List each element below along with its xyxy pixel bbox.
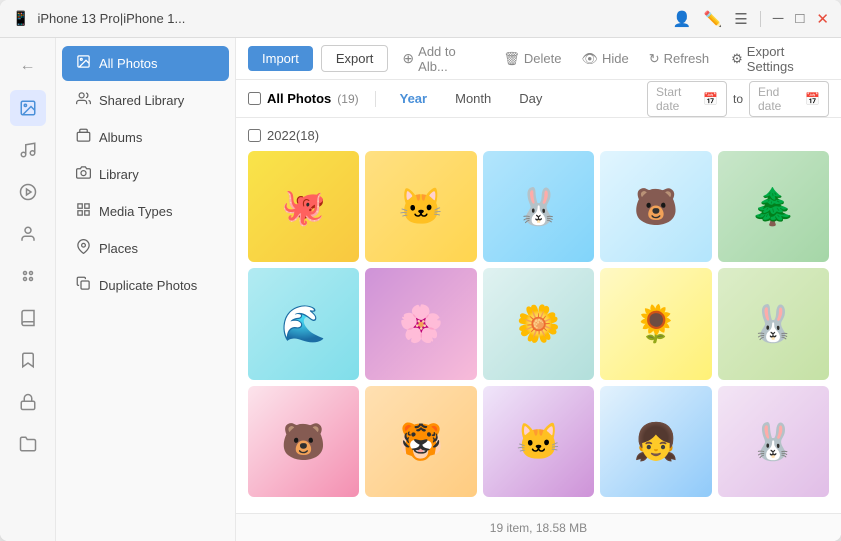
photo-item-12[interactable]: 🐯 xyxy=(365,386,476,497)
minimize-button[interactable]: ─ xyxy=(773,10,784,27)
year-group-checkbox[interactable] xyxy=(248,129,261,142)
shared-library-icon xyxy=(76,91,91,110)
photos-count: (19) xyxy=(337,92,358,106)
icon-bar-apps[interactable] xyxy=(10,258,46,294)
places-icon xyxy=(76,239,91,258)
photo-item-14[interactable]: 👧 xyxy=(600,386,711,497)
date-range-to-label: to xyxy=(733,92,743,106)
icon-bar-lock[interactable] xyxy=(10,384,46,420)
separator xyxy=(760,11,761,27)
icon-bar-back[interactable]: ← xyxy=(10,48,46,84)
icon-bar-books[interactable] xyxy=(10,300,46,336)
sidebar-item-duplicate-photos[interactable]: Duplicate Photos xyxy=(62,268,229,303)
media-types-label: Media Types xyxy=(99,204,172,219)
duplicate-photos-icon xyxy=(76,276,91,295)
delete-icon: 🗑 xyxy=(503,51,520,67)
title-bar: 📱 iPhone 13 Pro|iPhone 1... 👤 ✏️ ☰ ─ □ ✕ xyxy=(0,0,841,38)
all-photos-filter-label: All Photos xyxy=(267,91,331,106)
icon-bar: ← xyxy=(0,38,56,541)
export-button[interactable]: Export xyxy=(321,45,389,72)
icon-bar-video[interactable] xyxy=(10,174,46,210)
export-settings-button[interactable]: ⚙ Export Settings xyxy=(731,44,829,74)
year-group-header: 2022(18) xyxy=(248,128,829,143)
all-photos-icon xyxy=(76,54,91,73)
hide-button[interactable]: 👁 Hide xyxy=(575,47,634,71)
sidebar: All Photos Shared Library Albums Library xyxy=(56,38,236,541)
delete-button[interactable]: 🗑 Delete xyxy=(497,47,567,71)
add-icon: ⊕ xyxy=(402,50,414,67)
sidebar-item-media-types[interactable]: Media Types xyxy=(62,194,229,229)
hide-icon: 👁 xyxy=(581,51,598,67)
settings-icon: ⚙ xyxy=(731,51,743,67)
filter-bar: All Photos (19) Year Month Day Start dat… xyxy=(236,80,841,118)
photo-item-5[interactable]: 🌲 xyxy=(718,151,829,262)
library-icon xyxy=(76,165,91,184)
sidebar-item-all-photos[interactable]: All Photos xyxy=(62,46,229,81)
close-button[interactable]: ✕ xyxy=(816,10,829,28)
edit-icon[interactable]: ✏️ xyxy=(704,10,723,28)
refresh-button[interactable]: ↻ Refresh xyxy=(643,47,715,71)
icon-bar-folder[interactable] xyxy=(10,426,46,462)
status-bar: 19 item, 18.58 MB xyxy=(236,513,841,541)
duplicate-photos-label: Duplicate Photos xyxy=(99,278,197,293)
date-filter-group: Start date 📅 to End date 📅 xyxy=(647,81,829,117)
calendar-icon-start: 📅 xyxy=(703,92,718,106)
photo-item-3[interactable]: 🐰 xyxy=(483,151,594,262)
albums-icon xyxy=(76,128,91,147)
icon-bar-music[interactable] xyxy=(10,132,46,168)
refresh-icon: ↻ xyxy=(649,51,660,67)
year-filter-button[interactable]: Year xyxy=(392,88,435,109)
sidebar-item-library[interactable]: Library xyxy=(62,157,229,192)
photo-item-11[interactable]: 🐻 xyxy=(248,386,359,497)
title-bar-icons: 👤 ✏️ ☰ ─ □ ✕ xyxy=(673,10,829,28)
places-label: Places xyxy=(99,241,138,256)
photo-item-2[interactable]: 🐱 xyxy=(365,151,476,262)
year-group-label: 2022(18) xyxy=(267,128,319,143)
icon-bar-bookmark[interactable] xyxy=(10,342,46,378)
app-window: 📱 iPhone 13 Pro|iPhone 1... 👤 ✏️ ☰ ─ □ ✕… xyxy=(0,0,841,541)
day-filter-button[interactable]: Day xyxy=(511,88,550,109)
menu-icon[interactable]: ☰ xyxy=(734,10,747,28)
all-photos-checkbox-group: All Photos (19) xyxy=(248,91,359,106)
photo-item-1[interactable]: 🐙 xyxy=(248,151,359,262)
photo-grid-container[interactable]: 2022(18) 🐙 🐱 🐰 xyxy=(236,118,841,513)
add-to-album-button[interactable]: ⊕ Add to Alb... xyxy=(396,40,489,78)
photo-item-7[interactable]: 🌸 xyxy=(365,268,476,379)
content-area: Import Export ⊕ Add to Alb... 🗑 Delete 👁… xyxy=(236,38,841,541)
toolbar: Import Export ⊕ Add to Alb... 🗑 Delete 👁… xyxy=(236,38,841,80)
photo-item-9[interactable]: 🌻 xyxy=(600,268,711,379)
albums-label: Albums xyxy=(99,130,142,145)
main-layout: ← xyxy=(0,38,841,541)
shared-library-label: Shared Library xyxy=(99,93,184,108)
photo-item-10[interactable]: 🐰 xyxy=(718,268,829,379)
import-button[interactable]: Import xyxy=(248,46,313,71)
user-icon[interactable]: 👤 xyxy=(673,10,692,28)
all-photos-label: All Photos xyxy=(99,56,158,71)
all-photos-checkbox[interactable] xyxy=(248,92,261,105)
sidebar-item-albums[interactable]: Albums xyxy=(62,120,229,155)
photo-item-15[interactable]: 🐰 xyxy=(718,386,829,497)
icon-bar-contacts[interactable] xyxy=(10,216,46,252)
calendar-icon-end: 📅 xyxy=(805,92,820,106)
end-date-input[interactable]: End date 📅 xyxy=(749,81,829,117)
month-filter-button[interactable]: Month xyxy=(447,88,499,109)
sidebar-item-shared-library[interactable]: Shared Library xyxy=(62,83,229,118)
status-text: 19 item, 18.58 MB xyxy=(490,521,587,535)
filter-separator xyxy=(375,91,376,107)
start-date-input[interactable]: Start date 📅 xyxy=(647,81,727,117)
maximize-button[interactable]: □ xyxy=(795,10,804,27)
photo-item-8[interactable]: 🌼 xyxy=(483,268,594,379)
library-label: Library xyxy=(99,167,139,182)
media-types-icon xyxy=(76,202,91,221)
icon-bar-photos[interactable] xyxy=(10,90,46,126)
photo-item-13[interactable]: 🐱 xyxy=(483,386,594,497)
photo-item-6[interactable]: 🌊 xyxy=(248,268,359,379)
device-title: iPhone 13 Pro|iPhone 1... xyxy=(37,11,664,26)
sidebar-item-places[interactable]: Places xyxy=(62,231,229,266)
photo-grid: 🐙 🐱 🐰 🐻 xyxy=(248,151,829,497)
photo-item-4[interactable]: 🐻 xyxy=(600,151,711,262)
phone-icon: 📱 xyxy=(12,10,29,27)
